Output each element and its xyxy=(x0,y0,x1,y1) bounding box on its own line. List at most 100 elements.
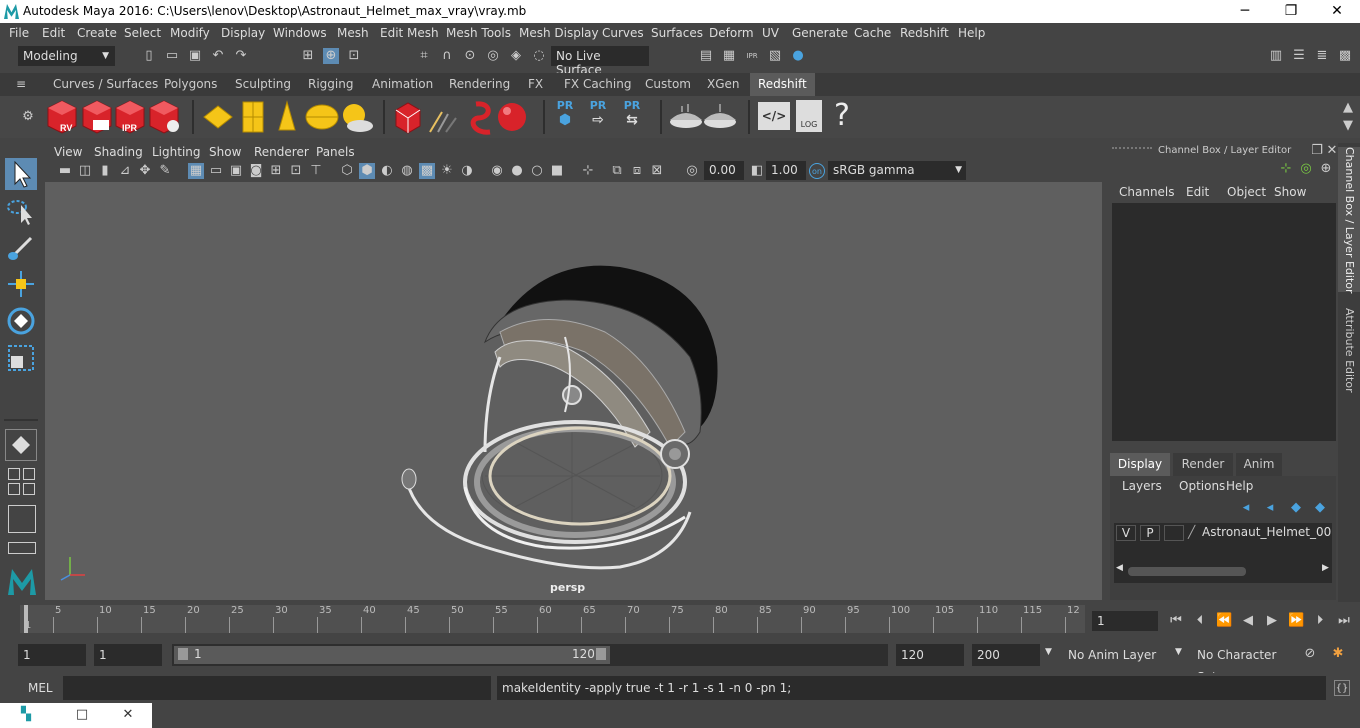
start-time-field[interactable]: 1 xyxy=(18,644,86,666)
menu-edit-mesh[interactable]: Edit Mesh xyxy=(380,26,439,40)
menu-mesh[interactable]: Mesh xyxy=(337,26,369,40)
select-hierarchy-icon[interactable]: ⊞ xyxy=(300,48,316,64)
proxy-cube-icon[interactable] xyxy=(395,102,421,134)
image-plane-icon[interactable]: ⊿ xyxy=(117,163,133,179)
snap-grid-icon[interactable]: ⌗ xyxy=(416,48,432,64)
wireframe-icon[interactable]: ⬡ xyxy=(339,163,355,179)
layer-name[interactable]: Astronaut_Helmet_001_la xyxy=(1202,525,1332,539)
shelf-scroll-up-icon[interactable]: ▲ xyxy=(1340,100,1356,116)
vp-menu-shading[interactable]: Shading xyxy=(94,145,143,159)
ipr-cube-icon[interactable]: IPR xyxy=(115,100,145,134)
maya-taskbar-icon[interactable]: ▚ xyxy=(18,707,34,723)
help-icon[interactable]: ? xyxy=(830,98,854,134)
range-end-grip[interactable] xyxy=(596,648,606,660)
snap-curve-icon[interactable]: ∩ xyxy=(439,48,455,64)
exposure-field[interactable]: 0.00 xyxy=(704,161,744,180)
vp-menu-renderer[interactable]: Renderer xyxy=(254,145,309,159)
safe-action-icon[interactable]: ⊡ xyxy=(288,163,304,179)
snap-point-icon[interactable]: ⊙ xyxy=(462,48,478,64)
command-language-label[interactable]: MEL xyxy=(28,681,53,695)
perspective-viewport[interactable]: persp xyxy=(45,182,1102,600)
redo-icon[interactable]: ↷ xyxy=(233,48,249,64)
menu-file[interactable]: File xyxy=(9,26,29,40)
attribute-editor-toggle-icon[interactable]: ≣ xyxy=(1314,48,1330,64)
minimize-button[interactable]: ─ xyxy=(1222,0,1268,23)
layer-options-menu[interactable]: Options xyxy=(1179,479,1225,493)
script-editor-button-icon[interactable]: {} xyxy=(1334,680,1350,696)
side-layout-icon[interactable] xyxy=(23,483,35,495)
undo-icon[interactable]: ↶ xyxy=(210,48,226,64)
move-layer-down-icon[interactable]: ◂ xyxy=(1262,500,1278,516)
layer-tab-render[interactable]: Render xyxy=(1173,453,1233,476)
smooth-shade-icon[interactable]: ⬢ xyxy=(359,163,375,179)
channel-object-menu[interactable]: Object xyxy=(1227,185,1266,199)
use-lights-icon[interactable]: ☀ xyxy=(439,163,455,179)
side-tab-channel-box[interactable]: Channel Box / Layer Editor xyxy=(1338,147,1360,294)
xray-icon[interactable]: ▩ xyxy=(419,163,435,179)
ambient-occlusion-icon[interactable]: ● xyxy=(509,163,525,179)
vp-menu-show[interactable]: Show xyxy=(209,145,241,159)
shelf-tab-rendering[interactable]: Rendering xyxy=(441,73,518,96)
end-time-field[interactable]: 200 xyxy=(972,644,1040,666)
shelf-scroll-down-icon[interactable]: ▼ xyxy=(1340,118,1356,134)
menu-select[interactable]: Select xyxy=(124,26,161,40)
shelf-menu-icon[interactable]: ≡ xyxy=(0,73,42,96)
rotate-tool-icon[interactable] xyxy=(5,305,37,337)
menu-uv[interactable]: UV xyxy=(762,26,779,40)
play-backward-icon[interactable]: ◀ xyxy=(1240,613,1256,629)
play-forward-icon[interactable]: ▶ xyxy=(1264,613,1280,629)
character-set-dropdown[interactable]: No Character Set xyxy=(1192,644,1290,684)
layers-menu[interactable]: Layers xyxy=(1122,479,1162,493)
new-layer-selected-icon[interactable]: ◆ xyxy=(1312,500,1328,516)
menu-edit[interactable]: Edit xyxy=(42,26,65,40)
scale-tool-icon[interactable] xyxy=(5,342,37,374)
motion-blur-icon[interactable]: ○ xyxy=(529,163,545,179)
gate-mask-icon[interactable]: ◙ xyxy=(248,163,264,179)
range-slider[interactable]: 1 120 xyxy=(172,644,888,666)
layer-tab-display[interactable]: Display xyxy=(1110,453,1170,476)
ies-light-icon[interactable] xyxy=(278,100,296,131)
side-tab-attribute-editor[interactable]: Attribute Editor xyxy=(1338,308,1360,393)
channel-edit-menu[interactable]: Edit xyxy=(1186,185,1209,199)
range-start-grip[interactable] xyxy=(178,648,188,660)
bookmark-icon[interactable]: ▮ xyxy=(97,163,113,179)
new-scene-icon[interactable]: ▯ xyxy=(141,48,157,64)
render-sequence-icon[interactable] xyxy=(82,100,112,134)
shelf-tab-curves-surfaces[interactable]: Curves / Surfaces xyxy=(45,73,166,96)
menu-curves[interactable]: Curves xyxy=(602,26,644,40)
new-layer-icon[interactable]: ◆ xyxy=(1288,500,1304,516)
layer-visibility-toggle[interactable]: V xyxy=(1116,525,1136,541)
playback-start-field[interactable]: 1 xyxy=(94,644,162,666)
hair-icon[interactable] xyxy=(470,101,491,135)
go-to-end-icon[interactable]: ⏭ xyxy=(1336,613,1352,629)
command-input[interactable] xyxy=(63,676,491,700)
menu-display[interactable]: Display xyxy=(221,26,265,40)
xray-joints-icon[interactable]: ⧉ xyxy=(609,163,625,179)
pr-export-button[interactable]: PR ⇨ xyxy=(585,99,611,133)
layer-color-icon[interactable]: ╱ xyxy=(1188,525,1195,539)
float-panel-icon[interactable]: ❐ xyxy=(1309,143,1325,159)
menu-help[interactable]: Help xyxy=(958,26,985,40)
channel-show-menu[interactable]: Show xyxy=(1274,185,1306,199)
menu-cache[interactable]: Cache xyxy=(854,26,891,40)
channels-menu[interactable]: Channels xyxy=(1119,185,1175,199)
chevron-down-icon[interactable]: ▼ xyxy=(1045,647,1052,657)
shelf-tab-rigging[interactable]: Rigging xyxy=(300,73,361,96)
film-gate-icon[interactable]: ▭ xyxy=(208,163,224,179)
lasso-tool-icon[interactable] xyxy=(5,195,37,227)
rv-cube-icon[interactable]: RV xyxy=(47,100,77,134)
material-pie-alt-icon[interactable] xyxy=(704,104,736,128)
menu-deform[interactable]: Deform xyxy=(709,26,754,40)
hyper-icon[interactable]: ⊕ xyxy=(1318,161,1334,177)
step-back-icon[interactable]: ⏴ xyxy=(1192,613,1208,629)
shelf-tab-animation[interactable]: Animation xyxy=(364,73,441,96)
anti-aliasing-icon[interactable]: ■ xyxy=(549,163,565,179)
menu-redshift[interactable]: Redshift xyxy=(900,26,949,40)
shelf-tab-redshift[interactable]: Redshift xyxy=(750,73,815,96)
modeling-toolkit-icon[interactable]: ☰ xyxy=(1291,48,1307,64)
layer-scrollbar-thumb[interactable] xyxy=(1128,567,1246,576)
single-view-layout-icon[interactable] xyxy=(5,429,37,461)
anim-layer-dropdown[interactable]: No Anim Layer xyxy=(1063,644,1161,666)
shelf-tab-polygons[interactable]: Polygons xyxy=(156,73,225,96)
four-view-layout-icon[interactable] xyxy=(8,468,20,480)
